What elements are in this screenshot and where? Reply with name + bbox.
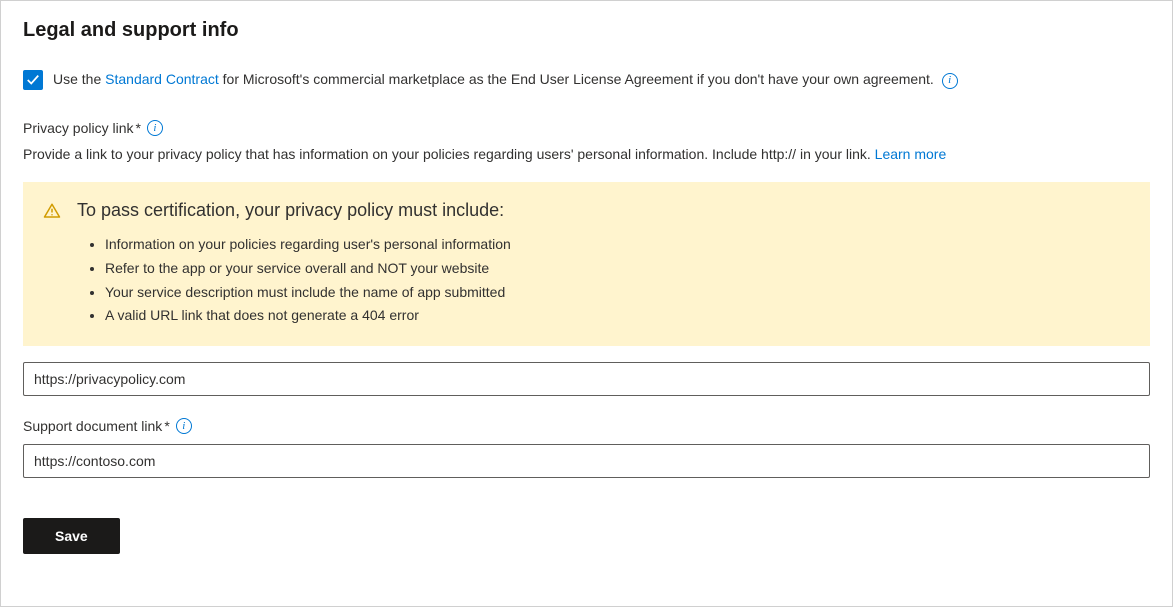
required-mark: * [135, 120, 140, 136]
privacy-policy-input[interactable] [23, 362, 1150, 396]
warning-title: To pass certification, your privacy poli… [77, 200, 504, 221]
support-doc-label: Support document link* i [23, 418, 1150, 434]
certification-warning: To pass certification, your privacy poli… [23, 182, 1150, 346]
required-mark: * [164, 418, 169, 434]
privacy-policy-label-text: Privacy policy link [23, 120, 133, 136]
warning-item: Information on your policies regarding u… [105, 233, 1130, 257]
support-doc-label-text: Support document link [23, 418, 162, 434]
checkbox-label-prefix: Use the [53, 71, 105, 87]
save-button[interactable]: Save [23, 518, 120, 554]
checkmark-icon [26, 73, 40, 87]
privacy-policy-label: Privacy policy link* i [23, 120, 1150, 136]
info-icon[interactable]: i [942, 73, 958, 89]
privacy-policy-desc-text: Provide a link to your privacy policy th… [23, 146, 875, 162]
privacy-policy-description: Provide a link to your privacy policy th… [23, 146, 1150, 162]
warning-list: Information on your policies regarding u… [43, 233, 1130, 328]
support-doc-input[interactable] [23, 444, 1150, 478]
warning-item: Your service description must include th… [105, 281, 1130, 305]
standard-contract-checkbox[interactable] [23, 70, 43, 90]
checkbox-label-suffix: for Microsoft's commercial marketplace a… [219, 71, 934, 87]
standard-contract-label: Use the Standard Contract for Microsoft'… [53, 71, 958, 88]
info-icon[interactable]: i [147, 120, 163, 136]
standard-contract-link[interactable]: Standard Contract [105, 71, 219, 87]
legal-support-panel: Legal and support info Use the Standard … [0, 0, 1173, 607]
info-icon[interactable]: i [176, 418, 192, 434]
warning-item: Refer to the app or your service overall… [105, 257, 1130, 281]
warning-header: To pass certification, your privacy poli… [43, 200, 1130, 221]
learn-more-link[interactable]: Learn more [875, 146, 947, 162]
warning-triangle-icon [43, 202, 61, 220]
standard-contract-row: Use the Standard Contract for Microsoft'… [23, 70, 1150, 90]
page-title: Legal and support info [23, 19, 1150, 42]
warning-item: A valid URL link that does not generate … [105, 304, 1130, 328]
